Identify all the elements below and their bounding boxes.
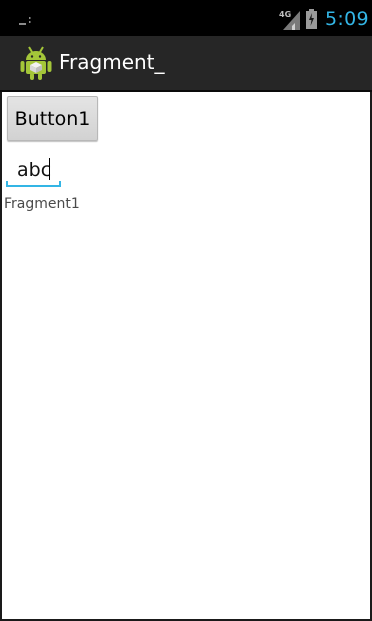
status-bar: 4G 5:09 — [0, 0, 372, 36]
frame-border-left — [0, 92, 2, 621]
battery-charging-icon — [306, 9, 317, 29]
input-underline — [6, 185, 61, 187]
fragment-label: Fragment1 — [4, 196, 80, 212]
button1[interactable]: Button1 — [7, 96, 98, 141]
action-bar — [0, 36, 372, 90]
android-icon[interactable] — [19, 45, 53, 81]
text-input[interactable]: abc — [6, 152, 61, 188]
text-cursor — [49, 158, 51, 180]
signal-icon — [283, 11, 300, 30]
notification-icon — [19, 17, 31, 25]
status-time: 5:09 — [325, 8, 369, 30]
text-input-value: abc — [17, 159, 52, 181]
page-title: Fragment_ — [59, 50, 165, 74]
